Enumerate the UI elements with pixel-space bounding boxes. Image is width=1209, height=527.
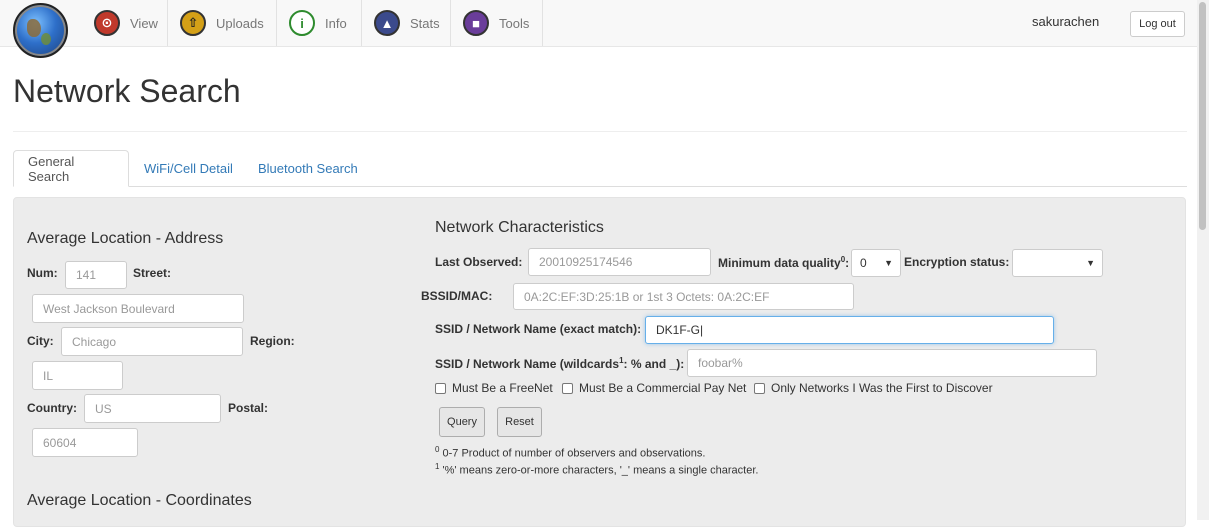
bssid-label: BSSID/MAC: <box>421 289 493 303</box>
tools-icon: ■ <box>463 10 489 36</box>
scrollbar-thumb[interactable] <box>1199 2 1206 230</box>
wildcard-footnote: 1 '%' means zero-or-more characters, '_'… <box>435 462 759 477</box>
info-icon: i <box>289 10 315 36</box>
nav-tools[interactable]: ■ Tools <box>451 0 543 46</box>
nav-view-label: View <box>130 15 158 31</box>
globe-logo-icon[interactable] <box>13 3 68 58</box>
coordinates-heading: Average Location - Coordinates <box>27 492 252 509</box>
tab-bluetooth-search[interactable]: Bluetooth Search <box>244 150 372 187</box>
street-input[interactable]: West Jackson Boulevard <box>32 294 244 323</box>
num-input[interactable]: 141 <box>65 261 127 289</box>
top-navbar: ⊙ View ⇧ Uploads i Info ▲ Stats ■ Tools … <box>0 0 1197 47</box>
nav-view[interactable]: ⊙ View <box>82 0 168 46</box>
vertical-scrollbar[interactable] <box>1197 0 1209 520</box>
quality-footnote: 0 0-7 Product of number of observers and… <box>435 445 706 460</box>
view-icon: ⊙ <box>94 10 120 36</box>
region-input[interactable]: IL <box>32 361 123 390</box>
postal-label: Postal: <box>228 401 269 415</box>
checkbox-box[interactable] <box>754 382 765 394</box>
country-input[interactable]: US <box>84 394 221 423</box>
stats-icon: ▲ <box>374 10 400 36</box>
tab-wifi-cell-detail[interactable]: WiFi/Cell Detail <box>130 150 247 187</box>
ssid-exact-label: SSID / Network Name (exact match): <box>435 322 642 336</box>
divider <box>13 131 1187 132</box>
ssid-exact-input[interactable]: DK1F-G| <box>645 316 1054 344</box>
min-quality-value: 0 <box>860 256 867 270</box>
chevron-down-icon: ▼ <box>1086 258 1095 268</box>
encryption-select[interactable]: ▼ <box>1012 249 1103 277</box>
address-heading: Average Location - Address <box>27 230 224 247</box>
nav-uploads[interactable]: ⇧ Uploads <box>168 0 277 46</box>
nav-stats[interactable]: ▲ Stats <box>362 0 451 46</box>
encryption-label: Encryption status: <box>904 255 1010 269</box>
page-title: Network Search <box>13 73 241 109</box>
paynet-checkbox[interactable]: Must Be a Commercial Pay Net <box>562 381 746 395</box>
nav-tools-label: Tools <box>499 15 530 31</box>
nav-stats-label: Stats <box>410 15 440 31</box>
min-quality-select[interactable]: 0 ▼ <box>851 249 901 277</box>
freenet-checkbox[interactable]: Must Be a FreeNet <box>435 381 553 395</box>
nav-info[interactable]: i Info <box>277 0 362 46</box>
nav-info-label: Info <box>325 15 347 31</box>
first-discover-checkbox[interactable]: Only Networks I Was the First to Discove… <box>754 381 993 395</box>
street-label: Street: <box>133 266 172 280</box>
country-label: Country: <box>27 401 77 415</box>
last-observed-input[interactable]: 20010925174546 <box>528 248 711 276</box>
city-label: City: <box>27 334 54 348</box>
ssid-wildcard-input[interactable]: foobar% <box>687 349 1097 377</box>
query-button[interactable]: Query <box>439 407 485 437</box>
reset-button[interactable]: Reset <box>497 407 542 437</box>
upload-icon: ⇧ <box>180 10 206 36</box>
postal-input[interactable]: 60604 <box>32 428 138 457</box>
region-label: Region: <box>250 334 295 348</box>
tab-general-search[interactable]: General Search <box>13 150 129 187</box>
checkbox-box[interactable] <box>562 382 573 394</box>
min-quality-label: Minimum data quality0: <box>718 255 850 270</box>
nav-uploads-label: Uploads <box>216 15 264 31</box>
city-input[interactable]: Chicago <box>61 327 243 356</box>
checkbox-box[interactable] <box>435 382 446 394</box>
last-observed-label: Last Observed: <box>435 255 523 269</box>
logout-button[interactable]: Log out <box>1130 11 1185 37</box>
network-characteristics-heading: Network Characteristics <box>435 219 604 236</box>
num-label: Num: <box>27 266 58 280</box>
ssid-wildcard-label: SSID / Network Name (wildcards1: % and _… <box>435 356 685 371</box>
bssid-input[interactable]: 0A:2C:EF:3D:25:1B or 1st 3 Octets: 0A:2C… <box>513 283 854 310</box>
chevron-down-icon: ▼ <box>884 258 893 268</box>
username[interactable]: sakurachen <box>1032 14 1099 29</box>
